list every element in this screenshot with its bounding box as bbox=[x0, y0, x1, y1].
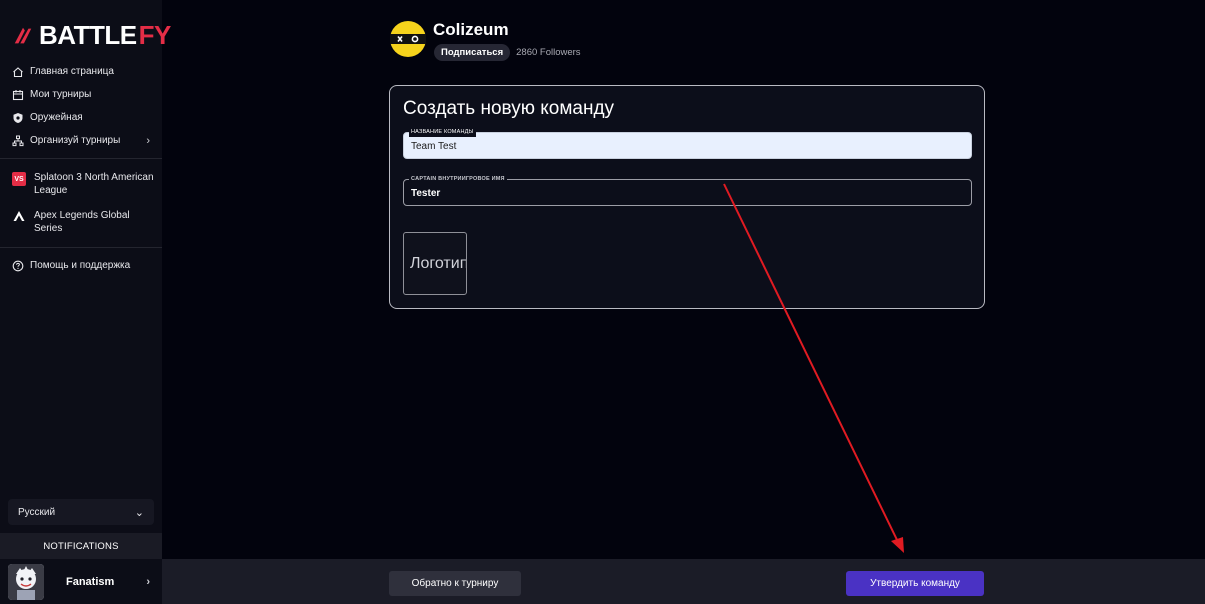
sidebar-item-label: Организуй турниры bbox=[30, 135, 121, 146]
brand-part1: BATTLE bbox=[39, 20, 137, 50]
sidebar-item-home[interactable]: Главная страница bbox=[0, 60, 162, 83]
avatar bbox=[8, 563, 44, 600]
battlefy-mark-icon bbox=[14, 27, 32, 43]
divider bbox=[0, 158, 162, 159]
chevron-right-icon: › bbox=[146, 134, 150, 147]
footer-bar bbox=[162, 559, 1205, 604]
shield-icon bbox=[13, 112, 23, 123]
subscribe-button[interactable]: Подписаться bbox=[434, 44, 511, 61]
sidebar-item-organize[interactable]: Организуй турниры › bbox=[0, 129, 162, 152]
team-name-field[interactable]: НАЗВАНИЕ КОМАНДЫ Team Test bbox=[403, 128, 972, 159]
language-value: Русский bbox=[18, 506, 56, 518]
page-title: Создать новую команду bbox=[403, 98, 615, 119]
help-icon bbox=[12, 260, 24, 271]
splatoon-league-icon: VS bbox=[12, 172, 26, 186]
sidebar-item-label: Оружейная bbox=[30, 112, 83, 123]
sidebar-item-my-tournaments[interactable]: Мои турниры bbox=[0, 83, 162, 106]
chevron-down-icon: ⌄ bbox=[134, 506, 144, 519]
calendar-icon bbox=[12, 89, 24, 100]
create-team-card: Создать новую команду НАЗВАНИЕ КОМАНДЫ T… bbox=[389, 85, 985, 309]
sidebar-nav: Главная страница Мои турниры Оружейная О… bbox=[0, 60, 162, 277]
captain-ign-label: CAPTAIN ВНУТРИИГРОВОЕ ИМЯ bbox=[409, 175, 507, 184]
sidebar-item-label: Главная страница bbox=[30, 66, 114, 77]
battlefy-logo[interactable]: BATTLE FY bbox=[12, 20, 171, 51]
back-to-tournament-button[interactable]: Обратно к турниру bbox=[389, 571, 521, 596]
apex-legends-icon bbox=[13, 211, 25, 221]
org-chart-icon bbox=[12, 135, 24, 146]
followers-count: 2860 Followers bbox=[516, 47, 581, 58]
league-label: Apex Legends Global Series bbox=[34, 210, 130, 234]
sidebar-item-help[interactable]: Помощь и поддержка bbox=[0, 254, 162, 277]
brand-part2: FY bbox=[138, 20, 172, 50]
notifications-button[interactable]: NOTIFICATIONS bbox=[0, 533, 162, 559]
sidebar-item-label: Помощь и поддержка bbox=[30, 260, 131, 271]
sidebar-item-label: Мои турниры bbox=[30, 89, 92, 100]
org-name: Colizeum bbox=[433, 20, 509, 39]
divider bbox=[0, 247, 162, 248]
notifications-label: NOTIFICATIONS bbox=[43, 540, 119, 552]
logo-upload[interactable]: Логотип bbox=[403, 232, 467, 295]
home-icon bbox=[13, 66, 23, 77]
chevron-right-icon: › bbox=[146, 575, 150, 588]
logo-upload-label: Логотип bbox=[410, 254, 467, 272]
captain-ign-value: Tester bbox=[411, 188, 441, 199]
sidebar-item-armory[interactable]: Оружейная bbox=[0, 106, 162, 129]
league-label: Splatoon 3 North American League bbox=[34, 172, 154, 196]
team-name-value: Team Test bbox=[411, 141, 457, 152]
captain-ign-field[interactable]: CAPTAIN ВНУТРИИГРОВОЕ ИМЯ Tester bbox=[403, 175, 972, 206]
sidebar-league-apex[interactable]: Apex Legends Global Series bbox=[0, 203, 162, 241]
user-menu[interactable]: Fanatism › bbox=[0, 559, 162, 604]
language-select[interactable]: Русский ⌄ bbox=[8, 499, 154, 525]
colizeum-logo-icon bbox=[390, 21, 426, 57]
confirm-team-button[interactable]: Утвердить команду bbox=[846, 571, 984, 596]
sidebar: BATTLE FY Главная страница Мои турниры Ор… bbox=[0, 0, 171, 604]
org-header: Colizeum Подписаться 2860 Followers bbox=[389, 20, 581, 61]
avatar-image bbox=[8, 563, 44, 600]
sidebar-league-splatoon[interactable]: VS Splatoon 3 North American League bbox=[0, 165, 162, 203]
user-name: Fanatism bbox=[66, 575, 115, 588]
team-name-label: НАЗВАНИЕ КОМАНДЫ bbox=[409, 128, 476, 137]
